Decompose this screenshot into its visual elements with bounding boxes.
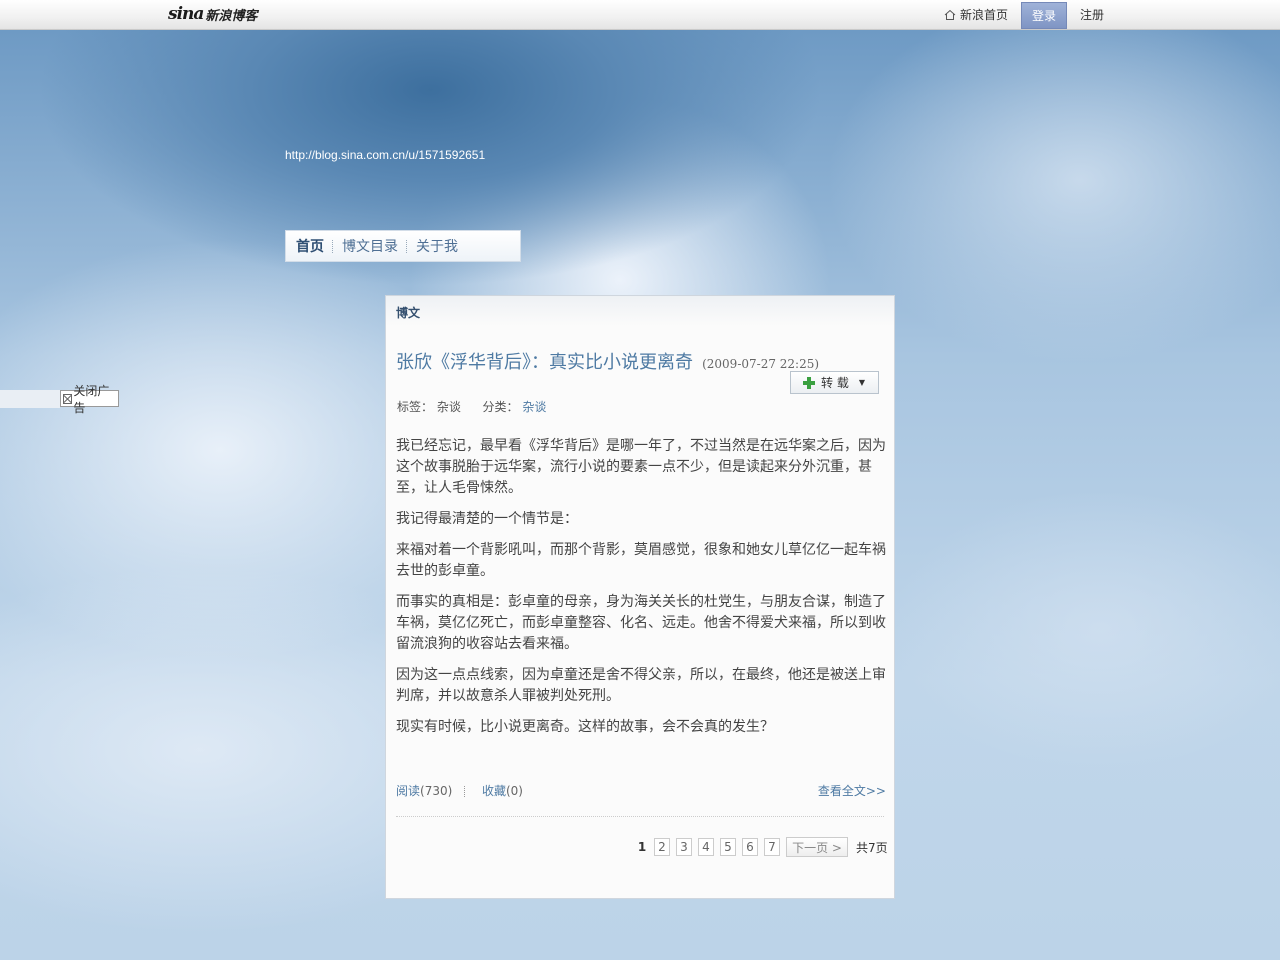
home-icon [944, 9, 956, 20]
blog-url: http://blog.sina.com.cn/u/1571592651 [285, 148, 486, 162]
sina-home-link[interactable]: 新浪首页 [944, 0, 1008, 29]
post-panel: 博文 张欣《浮华背后》：真实比小说更离奇 (2009-07-27 22:25) … [385, 295, 895, 899]
panel-header: 博文 [386, 296, 894, 326]
close-ad-button[interactable]: 关闭广告 [60, 384, 119, 415]
meta-separator [464, 786, 466, 797]
read-count: (730) [420, 784, 453, 798]
favorite-link[interactable]: 收藏 [482, 784, 506, 798]
tags-label: 标签： [397, 400, 434, 414]
ad-strip [0, 390, 60, 408]
pager-page[interactable]: 5 [720, 838, 736, 856]
post-time: (2009-07-27 22:25) [702, 357, 820, 371]
nav-home[interactable]: 首页 [296, 236, 324, 256]
close-icon [63, 393, 73, 404]
repost-label: 转 载 [821, 376, 849, 390]
sina-blog-logo[interactable]: sina 新浪博客 [168, 3, 257, 25]
pager-total: 共7页 [856, 840, 888, 855]
favorite-count: (0) [505, 784, 523, 798]
pager-page[interactable]: 4 [698, 838, 714, 856]
plus-icon [803, 376, 815, 389]
tags-row: 标签： 杂谈 分类： 杂谈 [397, 398, 546, 415]
post-body: 我已经忘记，最早看《浮华背后》是哪一年了，不过当然是在远华案之后，因为这个故事脱… [396, 436, 888, 748]
post-paragraph: 我记得最清楚的一个情节是： [396, 511, 578, 527]
login-button[interactable]: 登录 [1021, 2, 1067, 29]
pager-next-button[interactable]: 下一页 > [786, 837, 848, 857]
pager-current-page: 1 [637, 840, 647, 854]
nav-separator [406, 239, 408, 253]
tag-value[interactable]: 杂谈 [437, 400, 461, 414]
pager-page[interactable]: 2 [654, 838, 670, 856]
divider [396, 816, 884, 817]
post-paragraph: 我已经忘记，最早看《浮华背后》是哪一年了，不过当然是在远华案之后，因为这个故事脱… [396, 438, 886, 496]
top-bar: sina 新浪博客 新浪首页 登录 注册 [0, 0, 1280, 30]
register-link[interactable]: 注册 [1080, 0, 1104, 29]
pagination: 1 2 3 4 5 6 7 下一页 > 共7页 [636, 837, 888, 857]
post-meta-row: 阅读(730) 收藏(0) 查看全文>> [396, 782, 886, 799]
pager-page[interactable]: 3 [676, 838, 692, 856]
read-link[interactable]: 阅读 [396, 784, 420, 798]
category-link[interactable]: 杂谈 [522, 400, 546, 414]
sina-logo-brand: sina [168, 4, 204, 24]
post-paragraph: 因为这一点点线索，因为卓童还是舍不得父亲，所以，在最终，他还是被送上审判席，并以… [396, 667, 886, 704]
post-paragraph: 现实有时候，比小说更离奇。这样的故事，会不会真的发生？ [396, 719, 774, 735]
post-paragraph: 来福对着一个背影吼叫，而那个背影，莫眉感觉，很象和她女儿草亿亿一起车祸去世的彭卓… [396, 542, 886, 579]
repost-button[interactable]: 转 载 ▼ [790, 371, 879, 394]
nav-articles[interactable]: 博文目录 [342, 236, 398, 256]
close-ad-label: 关闭广告 [73, 383, 110, 415]
post-title-row: 张欣《浮华背后》：真实比小说更离奇 (2009-07-27 22:25) [396, 348, 819, 374]
pager-page[interactable]: 7 [764, 838, 780, 856]
post-paragraph: 而事实的真相是：彭卓童的母亲，身为海关关长的杜党生，与朋友合谋，制造了车祸，莫亿… [396, 594, 886, 652]
dropdown-caret-icon: ▼ [858, 378, 865, 387]
nav-separator [332, 239, 334, 253]
home-link-label: 新浪首页 [960, 8, 1009, 22]
blog-nav: 首页 博文目录 关于我 [285, 230, 521, 262]
nav-about[interactable]: 关于我 [416, 236, 458, 256]
category-label: 分类： [482, 400, 519, 414]
logo-text: 新浪博客 [205, 8, 258, 24]
post-title[interactable]: 张欣《浮华背后》：真实比小说更离奇 [396, 352, 693, 373]
pager-page[interactable]: 6 [742, 838, 758, 856]
read-more-link[interactable]: 查看全文>> [818, 782, 886, 799]
